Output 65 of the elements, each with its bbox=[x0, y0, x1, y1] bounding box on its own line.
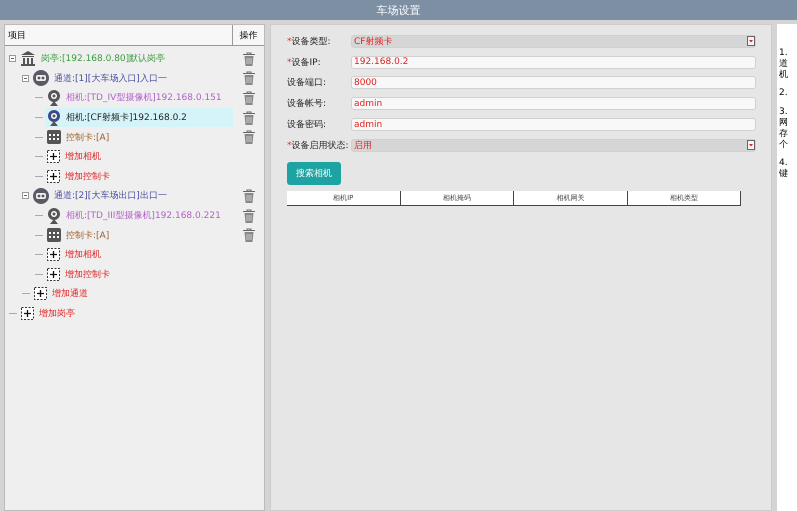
tree-item[interactable]: 相机:[TD_III型摄像机]192.168.0.221 bbox=[45, 206, 233, 226]
tree-item[interactable]: 通道:[2][大车场出口]出口一 bbox=[31, 186, 233, 206]
tree-item[interactable]: 增加岗亭 bbox=[19, 304, 233, 324]
note-text: 存 bbox=[779, 128, 789, 140]
note-text: 3. bbox=[779, 107, 789, 118]
tree-item[interactable]: 相机:[CF射频卡]192.168.0.2 bbox=[45, 108, 233, 128]
note-text: 个 bbox=[779, 140, 789, 150]
webcam-icon bbox=[47, 110, 61, 126]
card-icon bbox=[47, 130, 61, 144]
tree-item[interactable]: 岗亭:[192.168.0.80]默认岗亭 bbox=[18, 49, 233, 69]
add-icon bbox=[47, 248, 60, 262]
add-icon bbox=[47, 150, 60, 164]
trash-icon[interactable] bbox=[242, 71, 254, 86]
input-field[interactable]: admin bbox=[351, 118, 756, 132]
collapse-toggle[interactable] bbox=[9, 55, 16, 62]
field-label: 设备帐号: bbox=[287, 98, 328, 110]
tree-item[interactable]: 相机:[TD_IV型摄像机]192.168.0.151 bbox=[45, 88, 233, 108]
column-header: 操作 bbox=[238, 30, 258, 42]
field-label: 设备端口: bbox=[287, 76, 328, 90]
note-text: 机 bbox=[779, 70, 789, 80]
collapse-toggle[interactable] bbox=[22, 192, 29, 200]
channel-icon bbox=[33, 70, 49, 86]
field-label: *设备类型: bbox=[287, 36, 332, 48]
dropdown[interactable]: 启用 bbox=[351, 138, 756, 152]
collapse-toggle[interactable] bbox=[22, 74, 29, 82]
note-text: 2. bbox=[779, 88, 789, 100]
add-icon bbox=[47, 170, 60, 183]
field-label: 设备密码: bbox=[287, 118, 328, 132]
card-icon bbox=[47, 228, 61, 242]
channel-icon bbox=[33, 188, 49, 204]
tree-item[interactable]: 增加控制卡 bbox=[45, 264, 233, 284]
tree-item[interactable]: 增加通道 bbox=[32, 284, 233, 304]
webcam-icon bbox=[47, 90, 61, 106]
input-field[interactable]: 192.168.0.2 bbox=[351, 56, 756, 69]
field-label: *设备IP: bbox=[287, 56, 322, 69]
search-camera-button[interactable]: 搜索相机 bbox=[287, 162, 341, 185]
tree-item[interactable]: 通道:[1][大车场入口]入口一 bbox=[31, 68, 233, 88]
note-text: 道 bbox=[779, 58, 789, 70]
note-text: 1. bbox=[779, 48, 789, 58]
note-text: 网 bbox=[779, 118, 789, 128]
tree-item[interactable]: 增加控制卡 bbox=[45, 166, 233, 186]
column-header: 项目 bbox=[5, 25, 233, 45]
field-label: *设备启用状态: bbox=[287, 140, 350, 152]
tree-item[interactable]: 控制卡:[A] bbox=[45, 225, 233, 245]
input-field[interactable]: admin bbox=[351, 97, 756, 110]
trash-icon[interactable] bbox=[242, 130, 254, 144]
building-icon bbox=[20, 51, 36, 66]
tree-item[interactable]: 控制卡:[A] bbox=[45, 127, 233, 147]
note-text: 键 bbox=[779, 169, 789, 180]
trash-icon[interactable] bbox=[242, 228, 254, 242]
input-field[interactable]: 8000 bbox=[351, 76, 756, 90]
note-text: 4. bbox=[779, 158, 789, 168]
window-title: 车场设置 bbox=[0, 0, 797, 20]
add-icon bbox=[21, 307, 34, 320]
trash-icon[interactable] bbox=[242, 188, 254, 203]
trash-icon[interactable] bbox=[242, 52, 254, 66]
add-icon bbox=[34, 287, 47, 300]
trash-icon[interactable] bbox=[242, 208, 254, 223]
dropdown[interactable]: CF射频卡 bbox=[351, 34, 756, 48]
tree-item[interactable]: 增加相机 bbox=[45, 146, 233, 167]
tree-item[interactable]: 增加相机 bbox=[45, 244, 233, 265]
trash-icon[interactable] bbox=[242, 90, 254, 105]
add-icon bbox=[47, 268, 60, 281]
trash-icon[interactable] bbox=[242, 110, 254, 125]
webcam-icon bbox=[47, 208, 61, 224]
